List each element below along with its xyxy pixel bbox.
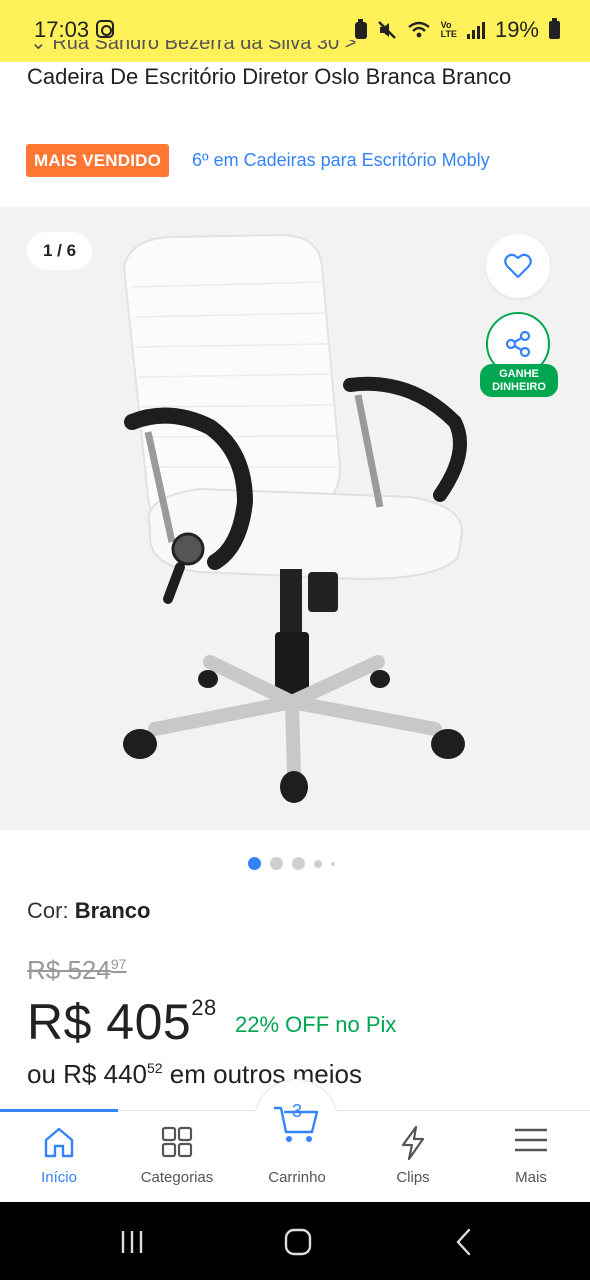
status-time: 17:03 bbox=[34, 17, 90, 42]
status-indicators: Vo LTE 19% bbox=[354, 17, 560, 43]
gallery-pagination bbox=[0, 857, 586, 870]
other-price-cents: 52 bbox=[146, 1060, 163, 1076]
current-price-cents: 28 bbox=[191, 995, 217, 1020]
image-counter: 1 / 6 bbox=[27, 232, 93, 270]
nav-more-label: Mais bbox=[515, 1169, 547, 1186]
share-icon bbox=[505, 330, 531, 358]
status-bar: 17:03 Vo LTE 19% ⌄ Rua Sandro Bezerra da … bbox=[0, 0, 590, 62]
other-price-int: ou R$ 440 bbox=[27, 1059, 147, 1089]
back-icon[interactable] bbox=[450, 1227, 480, 1257]
current-price: R$ 40528 bbox=[27, 993, 217, 1051]
pagination-dot[interactable] bbox=[313, 859, 322, 868]
nav-cart-label: Carrinho bbox=[268, 1169, 326, 1186]
cart-count: 3 bbox=[292, 1101, 302, 1121]
product-gallery[interactable]: 1 / 6 GANHE DINHEIRO bbox=[0, 207, 590, 830]
pagination-dot-active[interactable] bbox=[247, 857, 261, 870]
pagination-dot[interactable] bbox=[291, 857, 305, 870]
nav-home-label: Início bbox=[41, 1169, 77, 1186]
pix-discount: 22% OFF no Pix bbox=[235, 1012, 397, 1037]
color-selector: Cor: Branco bbox=[27, 898, 150, 924]
nav-categories[interactable]: Categorias bbox=[118, 1111, 236, 1203]
android-nav-bar bbox=[0, 1202, 590, 1280]
nav-clips[interactable]: Clips bbox=[354, 1111, 472, 1203]
grid-icon bbox=[161, 1126, 193, 1158]
earn-money-label[interactable]: GANHE DINHEIRO bbox=[480, 364, 558, 397]
instagram-icon bbox=[96, 20, 114, 38]
product-title: Cadeira De Escritório Diretor Oslo Branc… bbox=[27, 64, 512, 89]
home-button-icon[interactable] bbox=[283, 1227, 313, 1257]
bolt-icon bbox=[401, 1125, 425, 1161]
home-icon bbox=[44, 1127, 74, 1158]
nav-categories-label: Categorias bbox=[140, 1169, 214, 1186]
wifi-icon bbox=[407, 21, 430, 38]
current-price-int: R$ 405 bbox=[27, 994, 192, 1050]
cart-icon[interactable]: 3 bbox=[272, 1094, 320, 1144]
nav-clips-label: Clips bbox=[396, 1169, 430, 1186]
pagination-dot[interactable] bbox=[269, 857, 283, 870]
menu-icon bbox=[515, 1128, 547, 1152]
favorite-button[interactable] bbox=[486, 234, 550, 298]
earn-money-line1: GANHE bbox=[499, 368, 539, 380]
original-price: R$ 52497 bbox=[27, 955, 126, 986]
nav-more[interactable]: Mais bbox=[472, 1111, 590, 1203]
other-price-suffix: em outros meios bbox=[169, 1059, 362, 1089]
original-price-cents: 97 bbox=[110, 956, 127, 972]
battery-percent: 19% bbox=[494, 17, 539, 42]
signal-icon bbox=[466, 21, 485, 39]
earn-money-line2: DINHEIRO bbox=[492, 381, 546, 393]
best-seller-badge: MAIS VENDIDO bbox=[26, 144, 170, 177]
heart-icon bbox=[504, 253, 532, 279]
mute-icon bbox=[377, 21, 396, 39]
color-value: Branco bbox=[74, 898, 151, 923]
original-price-int: R$ 524 bbox=[27, 955, 111, 985]
recent-apps-icon[interactable] bbox=[118, 1227, 148, 1257]
volte-icon: Vo LTE bbox=[440, 20, 457, 39]
ranking-link[interactable]: 6º em Cadeiras para Escritório Mobly bbox=[192, 150, 490, 171]
battery-saver-icon bbox=[354, 18, 367, 39]
battery-icon bbox=[549, 18, 560, 39]
product-image[interactable] bbox=[110, 227, 480, 812]
pagination-dot[interactable] bbox=[330, 861, 335, 866]
nav-home[interactable]: Início bbox=[0, 1111, 118, 1203]
color-label: Cor: bbox=[27, 898, 69, 923]
